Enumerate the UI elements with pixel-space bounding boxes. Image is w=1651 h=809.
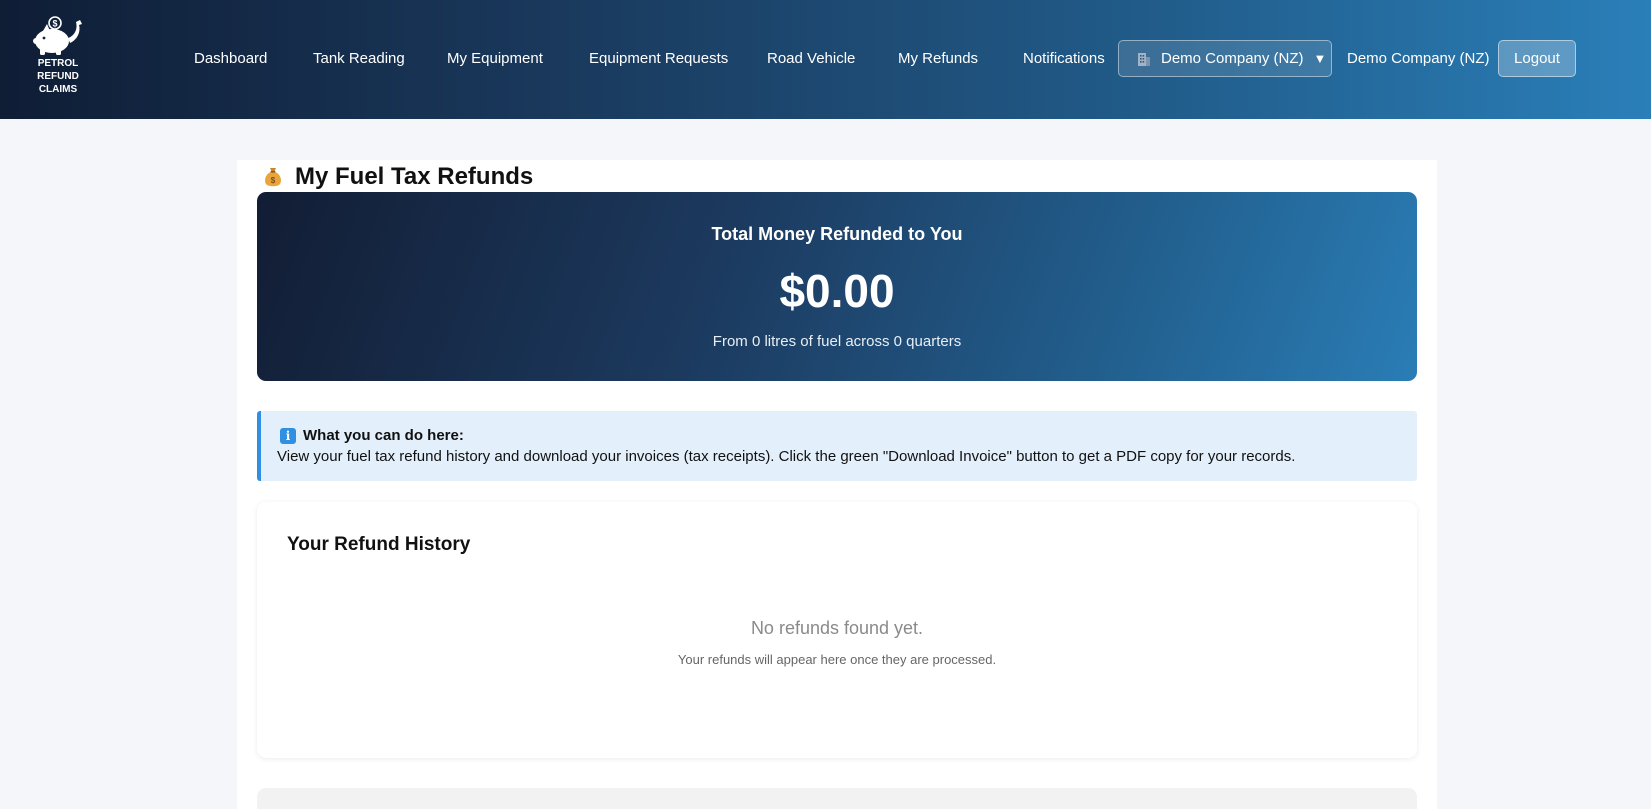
svg-text:$: $ [52,19,57,29]
empty-state-message: No refunds found yet. [750,618,924,638]
refund-history-title: Your Refund History [287,534,471,555]
logout-button[interactable]: Logout [1498,40,1576,77]
info-body: View your fuel tax refund history and do… [277,448,1296,465]
svg-text:$: $ [271,176,276,185]
company-selector-label: Demo Company (NZ) [1161,50,1304,67]
brand-name: PETROL REFUND CLAIMS [37,58,79,95]
nav-equipment-requests[interactable]: Equipment Requests [589,47,728,71]
piggy-bank-fuel-icon: $ [33,16,82,55]
total-refunded-subtext: From 0 litres of fuel across 0 quarters [712,333,962,350]
money-bag-icon: $ [265,168,281,187]
page-title: $ My Fuel Tax Refunds [261,163,533,191]
page-title-text: My Fuel Tax Refunds [295,163,534,190]
total-refunded-card: Total Money Refunded to You $0.00 From 0… [257,192,1417,381]
top-navbar: $ PETROL REFUND CLAIMS Dashboard Tank Re… [0,0,1651,119]
brand-logo[interactable]: $ PETROL REFUND CLAIMS [28,16,88,98]
nav-notifications[interactable]: Notifications [1023,47,1105,71]
empty-state-hint: Your refunds will appear here once they … [677,652,997,667]
next-section-card [257,788,1417,809]
info-heading-text: What you can do here: [303,427,464,444]
building-icon [1138,52,1150,66]
current-company-name: Demo Company (NZ) [1347,50,1490,67]
info-icon: i [280,427,296,444]
nav-tank-reading[interactable]: Tank Reading [313,47,405,71]
info-heading: i What you can do here: [280,427,1417,444]
nav-dashboard[interactable]: Dashboard [194,47,267,71]
chevron-down-icon: ▼ [1313,51,1327,66]
nav-my-refunds[interactable]: My Refunds [898,47,978,71]
main-content: $ My Fuel Tax Refunds Total Money Refund… [237,160,1437,809]
total-refunded-amount: $0.00 [779,265,895,317]
company-selector[interactable]: Demo Company (NZ) ▼ [1118,40,1332,77]
info-callout: i What you can do here: View your fuel t… [257,411,1417,481]
nav-road-vehicle[interactable]: Road Vehicle [767,47,855,71]
refund-history-card: Your Refund History No refunds found yet… [257,502,1417,758]
nav-my-equipment[interactable]: My Equipment [447,47,543,71]
total-refunded-label: Total Money Refunded to You [711,224,963,244]
